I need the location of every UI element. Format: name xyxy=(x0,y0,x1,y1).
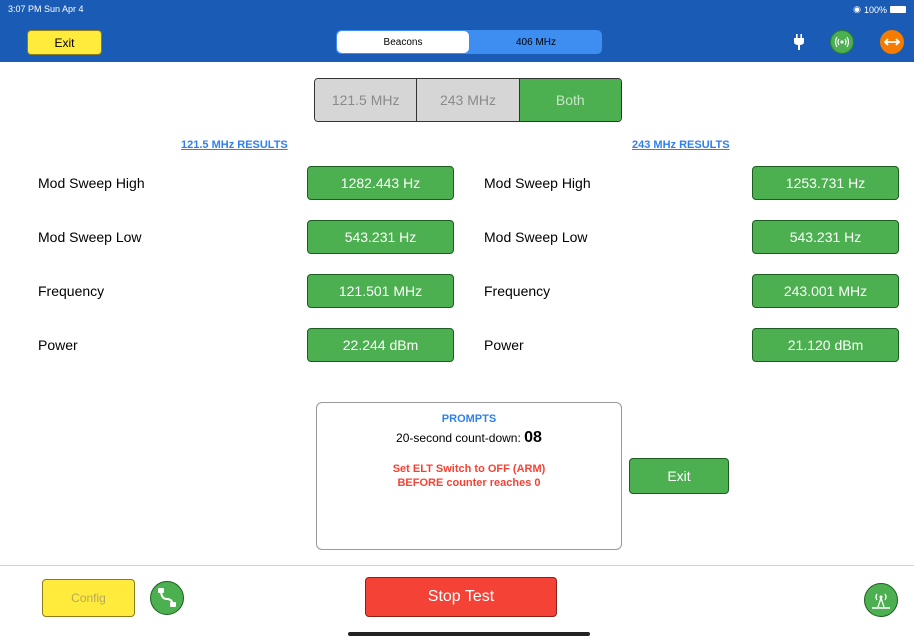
exit-button[interactable]: Exit xyxy=(629,458,729,494)
left-results-title: 121.5 MHz RESULTS xyxy=(181,139,288,151)
radio-waves-icon xyxy=(834,36,850,48)
prompts-title: PROMPTS xyxy=(441,413,497,425)
status-time: 3:07 PM Sun Apr 4 xyxy=(8,4,84,14)
status-indicators: ◉ 100% xyxy=(853,4,906,15)
warning-line-2: BEFORE counter reaches 0 xyxy=(397,477,541,489)
right-label-power: Power xyxy=(484,337,524,353)
antenna-tower-icon xyxy=(872,593,890,609)
exit-button-top[interactable]: Exit xyxy=(27,30,102,55)
double-arrow-icon xyxy=(884,38,900,46)
left-value-power: 22.244 dBm xyxy=(307,328,454,362)
countdown-label: 20-second count-down: xyxy=(396,431,525,445)
tab-beacons[interactable]: Beacons xyxy=(337,31,469,53)
left-label-mod-sweep-low: Mod Sweep Low xyxy=(38,229,142,245)
battery-icon xyxy=(890,6,906,13)
right-results-title: 243 MHz RESULTS xyxy=(632,139,730,151)
left-value-mod-sweep-high: 1282.443 Hz xyxy=(307,166,454,200)
battery-label: 100% xyxy=(863,4,887,15)
right-label-frequency: Frequency xyxy=(484,283,551,299)
right-value-mod-sweep-high: 1253.731 Hz xyxy=(752,166,899,200)
top-bar: 3:07 PM Sun Apr 4 ◉ 100% Exit Beacons 40… xyxy=(0,0,914,62)
stop-test-button[interactable]: Stop Test xyxy=(365,577,557,617)
antenna-button[interactable] xyxy=(864,583,898,617)
config-button[interactable]: Config xyxy=(42,579,135,617)
prompts-panel: PROMPTS 20-second count-down: 08 Set ELT… xyxy=(316,402,622,550)
countdown-value: 08 xyxy=(524,429,542,446)
radio-icon[interactable] xyxy=(830,30,854,54)
home-indicator xyxy=(348,632,590,636)
arrows-icon[interactable] xyxy=(880,30,904,54)
right-value-power: 21.120 dBm xyxy=(752,328,899,362)
left-label-mod-sweep-high: Mod Sweep High xyxy=(38,175,145,191)
countdown: 20-second count-down: 08 xyxy=(317,429,621,447)
right-value-frequency: 243.001 MHz xyxy=(752,274,899,308)
plug-icon xyxy=(794,34,804,50)
right-label-mod-sweep-low: Mod Sweep Low xyxy=(484,229,588,245)
band-both[interactable]: Both xyxy=(519,79,621,121)
band-243[interactable]: 243 MHz xyxy=(417,79,520,121)
bottom-divider xyxy=(0,565,914,566)
cable-connect-button[interactable] xyxy=(150,581,184,615)
wifi-icon: ◉ xyxy=(853,4,861,14)
left-value-mod-sweep-low: 543.231 Hz xyxy=(307,220,454,254)
band-121-5[interactable]: 121.5 MHz xyxy=(315,79,418,121)
band-selector: 121.5 MHz 243 MHz Both xyxy=(314,78,622,122)
warning-line-1: Set ELT Switch to OFF (ARM) xyxy=(392,463,546,475)
mode-segmented-control: Beacons 406 MHz xyxy=(336,30,602,54)
left-value-frequency: 121.501 MHz xyxy=(307,274,454,308)
tab-406-mhz[interactable]: 406 MHz xyxy=(470,30,602,54)
left-label-power: Power xyxy=(38,337,78,353)
left-label-frequency: Frequency xyxy=(38,283,105,299)
right-label-mod-sweep-high: Mod Sweep High xyxy=(484,175,591,191)
cable-plug-icon xyxy=(158,588,176,608)
right-value-mod-sweep-low: 543.231 Hz xyxy=(752,220,899,254)
